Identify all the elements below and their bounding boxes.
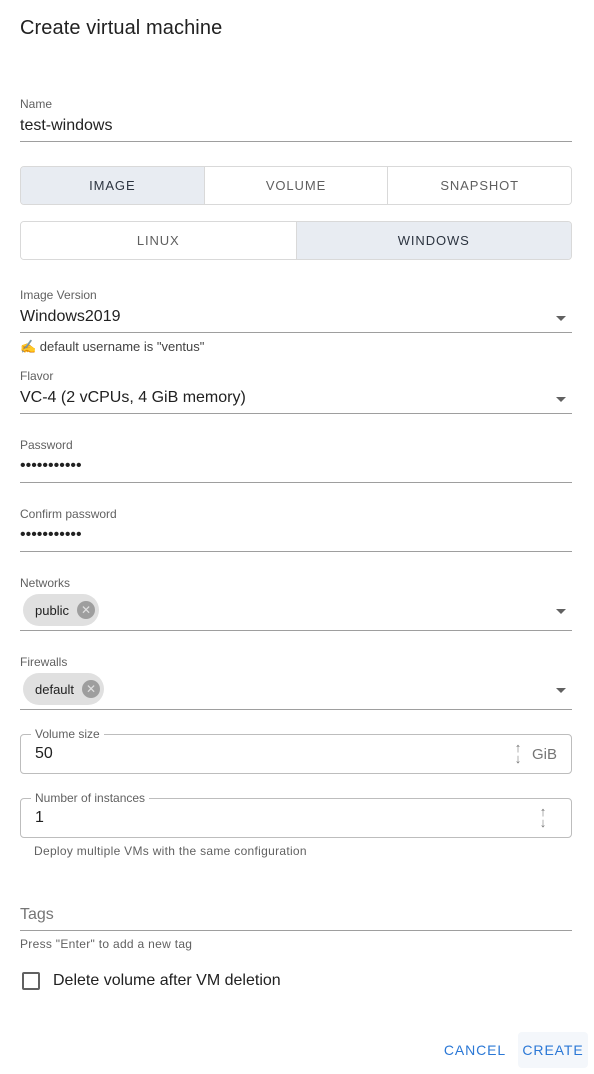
instances-field[interactable]: Number of instances 1 ↑ ↓ — [20, 791, 572, 838]
password-field[interactable]: Password ••••••••••• — [20, 437, 572, 483]
volume-size-unit: GiB — [531, 746, 557, 763]
confirm-password-value: ••••••••••• — [20, 526, 82, 543]
volume-size-label: Volume size — [31, 727, 104, 741]
delete-volume-checkbox[interactable] — [22, 972, 40, 990]
tags-helper: Press "Enter" to add a new tag — [20, 937, 193, 951]
close-icon[interactable]: ✕ — [76, 601, 95, 619]
instances-value: 1 — [35, 809, 44, 826]
dialog-title: Create virtual machine — [20, 17, 223, 39]
instances-helper: Deploy multiple VMs with the same config… — [34, 844, 307, 858]
chip-default: default ✕ — [23, 673, 105, 705]
chevron-down-icon — [556, 609, 566, 614]
volume-size-field[interactable]: Volume size 50 ↑ ↓ GiB — [20, 727, 572, 774]
password-label: Password — [20, 438, 73, 452]
create-button[interactable]: CREATE — [518, 1032, 588, 1068]
chip-label: default — [35, 681, 75, 697]
name-field[interactable]: Name test-windows — [20, 96, 572, 142]
chip-label: public — [35, 602, 69, 618]
chevron-down-icon — [556, 397, 566, 402]
password-value: ••••••••••• — [20, 457, 82, 474]
name-value: test-windows — [20, 117, 113, 134]
firewalls-select[interactable]: Firewalls default ✕ — [20, 654, 572, 710]
tab-volume[interactable]: VOLUME — [204, 167, 389, 204]
tab-windows[interactable]: WINDOWS — [296, 222, 571, 259]
image-version-label: Image Version — [20, 288, 97, 302]
networks-label: Networks — [20, 576, 71, 590]
image-version-value: Windows2019 — [20, 308, 121, 325]
delete-volume-option[interactable]: Delete volume after VM deletion — [20, 972, 281, 990]
close-icon[interactable]: ✕ — [82, 680, 101, 698]
chevron-down-icon — [556, 688, 566, 693]
chevron-down-icon — [556, 316, 566, 321]
cancel-button[interactable]: CANCEL — [440, 1032, 510, 1068]
name-label: Name — [20, 97, 53, 111]
networks-select[interactable]: Networks public ✕ — [20, 575, 572, 631]
confirm-password-label: Confirm password — [20, 507, 117, 521]
image-version-select[interactable]: Image Version Windows2019 — [20, 287, 572, 333]
stepper-arrows-icon[interactable]: ↑ ↓ — [536, 805, 550, 832]
source-toggle-group: IMAGE VOLUME SNAPSHOT — [20, 166, 572, 205]
firewalls-label: Firewalls — [20, 655, 68, 669]
os-toggle-group: LINUX WINDOWS — [20, 221, 572, 260]
tags-input[interactable]: Tags — [20, 902, 572, 931]
chip-public: public ✕ — [23, 594, 99, 626]
delete-volume-label: Delete volume after VM deletion — [53, 972, 281, 989]
username-hint: ✍️ default username is "ventus" — [20, 339, 205, 354]
flavor-label: Flavor — [20, 369, 54, 383]
tab-image[interactable]: IMAGE — [21, 167, 205, 204]
volume-size-value: 50 — [35, 745, 53, 762]
instances-label: Number of instances — [31, 791, 150, 805]
flavor-value: VC-4 (2 vCPUs, 4 GiB memory) — [20, 389, 246, 406]
confirm-password-field[interactable]: Confirm password ••••••••••• — [20, 506, 572, 552]
tab-snapshot[interactable]: SNAPSHOT — [388, 167, 571, 204]
tags-placeholder: Tags — [20, 906, 54, 923]
tab-linux[interactable]: LINUX — [21, 222, 297, 259]
stepper-arrows-icon[interactable]: ↑ ↓ — [511, 741, 525, 768]
flavor-select[interactable]: Flavor VC-4 (2 vCPUs, 4 GiB memory) — [20, 368, 572, 414]
